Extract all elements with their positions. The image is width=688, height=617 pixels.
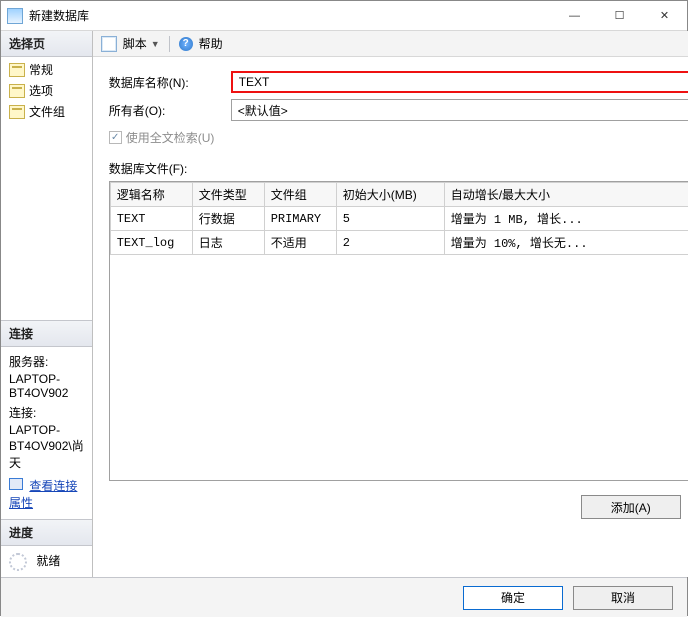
- cell-type[interactable]: 日志: [192, 231, 264, 255]
- owner-label: 所有者(O):: [109, 102, 231, 119]
- footer: 确定 取消: [1, 577, 687, 617]
- connection-value: LAPTOP-BT4OV902\尚天: [9, 423, 84, 471]
- window-title: 新建数据库: [29, 7, 552, 24]
- cell-name[interactable]: TEXT: [110, 207, 192, 231]
- cancel-button[interactable]: 取消: [573, 586, 673, 610]
- cell-growth[interactable]: 增量为 1 MB, 增长...: [444, 207, 688, 231]
- cell-group[interactable]: PRIMARY: [264, 207, 336, 231]
- page-label: 选项: [29, 82, 53, 99]
- progress-spinner-icon: [9, 553, 27, 571]
- fulltext-checkbox: ✓: [109, 131, 122, 144]
- page-icon: [9, 63, 25, 77]
- col-initial-size[interactable]: 初始大小(MB): [336, 183, 444, 207]
- page-general[interactable]: 常规: [5, 59, 88, 80]
- app-icon: [7, 8, 23, 24]
- help-icon: ?: [179, 37, 193, 51]
- col-autogrowth[interactable]: 自动增长/最大大小: [444, 183, 688, 207]
- ok-button[interactable]: 确定: [463, 586, 563, 610]
- grid-header-row: 逻辑名称 文件类型 文件组 初始大小(MB) 自动增长/最大大小: [110, 183, 688, 207]
- help-button[interactable]: 帮助: [199, 35, 223, 52]
- page-icon: [9, 84, 25, 98]
- page-label: 常规: [29, 61, 53, 78]
- chevron-down-icon[interactable]: ▼: [151, 39, 160, 49]
- script-icon: [101, 36, 117, 52]
- dbname-input[interactable]: [231, 71, 688, 93]
- page-options[interactable]: 选项: [5, 80, 88, 101]
- close-button[interactable]: ✕: [642, 1, 687, 30]
- pages-header: 选择页: [1, 31, 92, 57]
- col-file-type[interactable]: 文件类型: [192, 183, 264, 207]
- dbname-label: 数据库名称(N):: [109, 74, 231, 91]
- cell-size[interactable]: 2: [336, 231, 444, 255]
- progress-header: 进度: [1, 520, 92, 546]
- connection-icon: [9, 478, 23, 490]
- table-row[interactable]: TEXT_log 日志 不适用 2 增量为 10%, 增长无...: [110, 231, 688, 255]
- cell-name[interactable]: TEXT_log: [110, 231, 192, 255]
- left-panel: 选择页 常规 选项 文件组 连接 服务器: LAPTOP-BT4OV902 连接…: [1, 31, 93, 577]
- right-panel: 脚本 ▼ ? 帮助 数据库名称(N): 所有者(O): ... ✓ 使用全文检索…: [93, 31, 688, 577]
- owner-input[interactable]: [231, 99, 688, 121]
- page-icon: [9, 105, 25, 119]
- cell-group[interactable]: 不适用: [264, 231, 336, 255]
- script-button[interactable]: 脚本: [123, 35, 147, 52]
- col-logical-name[interactable]: 逻辑名称: [110, 183, 192, 207]
- fulltext-label: 使用全文检索(U): [126, 129, 215, 146]
- connection-label: 连接:: [9, 404, 84, 421]
- toolbar-separator: [169, 36, 170, 52]
- server-value: LAPTOP-BT4OV902: [9, 372, 84, 400]
- cell-type[interactable]: 行数据: [192, 207, 264, 231]
- progress-status: 就绪: [36, 554, 60, 568]
- col-filegroup[interactable]: 文件组: [264, 183, 336, 207]
- table-row[interactable]: TEXT 行数据 PRIMARY 5 增量为 1 MB, 增长...: [110, 207, 688, 231]
- server-label: 服务器:: [9, 353, 84, 370]
- cell-growth[interactable]: 增量为 10%, 增长无...: [444, 231, 688, 255]
- titlebar: 新建数据库 — ☐ ✕: [1, 1, 687, 31]
- cell-size[interactable]: 5: [336, 207, 444, 231]
- minimize-button[interactable]: —: [552, 1, 597, 30]
- maximize-button[interactable]: ☐: [597, 1, 642, 30]
- connection-header: 连接: [1, 321, 92, 347]
- toolbar: 脚本 ▼ ? 帮助: [93, 31, 688, 57]
- page-label: 文件组: [29, 103, 65, 120]
- files-label: 数据库文件(F):: [109, 160, 688, 177]
- page-filegroups[interactable]: 文件组: [5, 101, 88, 122]
- add-button[interactable]: 添加(A): [581, 495, 681, 519]
- files-grid[interactable]: 逻辑名称 文件类型 文件组 初始大小(MB) 自动增长/最大大小 TEXT 行数…: [109, 181, 688, 481]
